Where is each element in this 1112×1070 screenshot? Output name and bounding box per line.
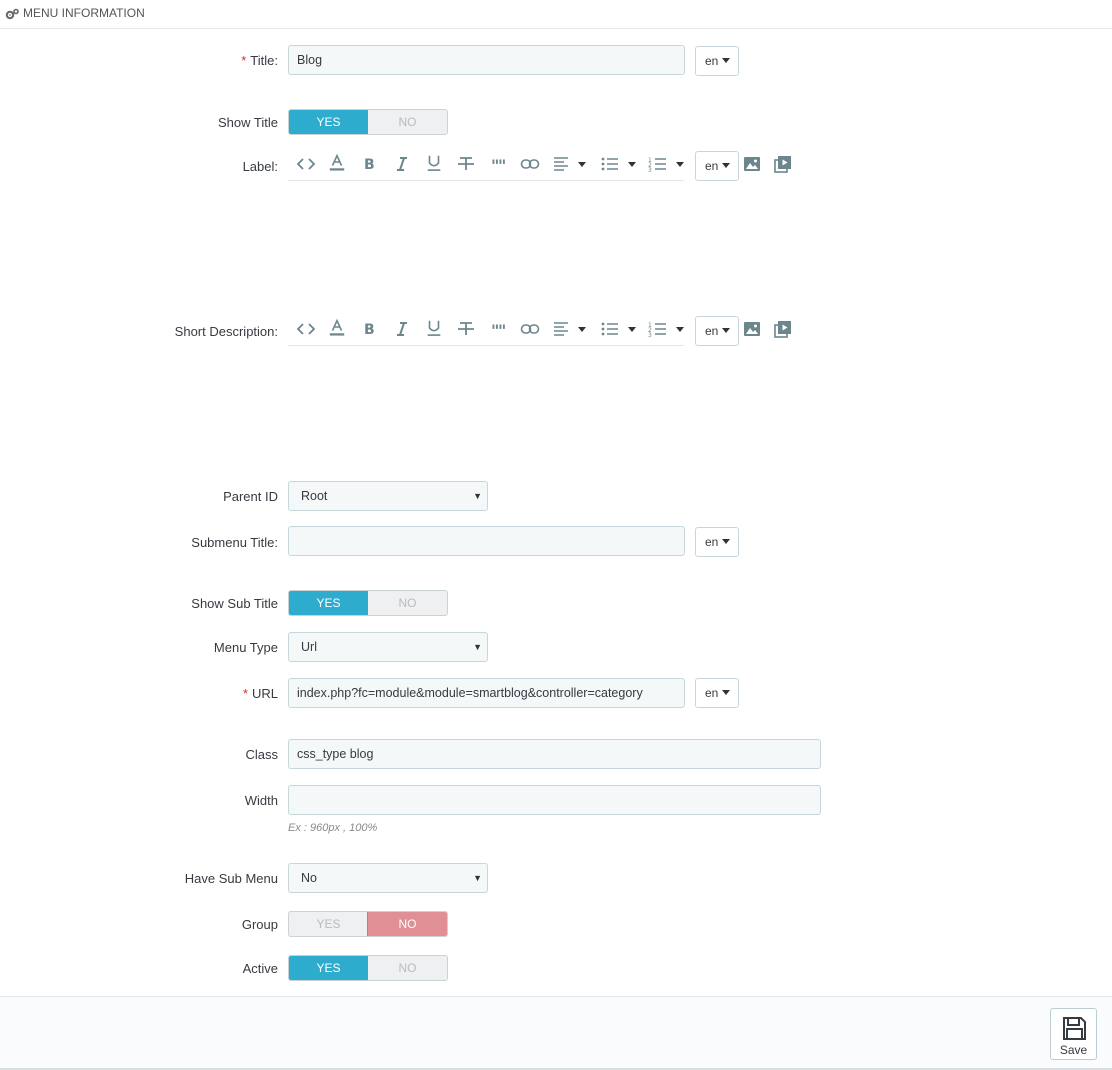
video-icon[interactable] [774, 320, 792, 338]
align-icon[interactable] [552, 155, 572, 173]
align-dropdown-caret[interactable] [577, 320, 587, 338]
unordered-list-icon[interactable] [600, 320, 620, 338]
svg-text:B: B [364, 157, 375, 173]
submenu-title-label: Submenu Title: [191, 535, 278, 550]
link-icon[interactable] [520, 155, 540, 173]
caret-down-icon: ▼ [473, 491, 482, 501]
quote-icon[interactable]: "" [488, 320, 508, 338]
show-sub-title-yes[interactable]: YES [289, 591, 368, 615]
class-label: Class [245, 747, 278, 762]
show-sub-title-no[interactable]: NO [368, 591, 447, 615]
font-color-icon[interactable] [327, 153, 347, 171]
code-view-icon[interactable] [296, 320, 316, 338]
svg-text:": " [498, 156, 506, 173]
panel-footer: Save [0, 996, 1112, 1070]
panel-title: MENU INFORMATION [23, 6, 145, 20]
active-yes[interactable]: YES [289, 956, 368, 980]
short-description-editor-toolbar: B " " 123 [288, 315, 684, 346]
title-label: * Title: [241, 53, 278, 68]
show-sub-title-switch[interactable]: YES NO [288, 590, 448, 616]
svg-text:3: 3 [648, 332, 652, 338]
bold-icon[interactable]: B [360, 155, 380, 173]
panel-heading: MENU INFORMATION [0, 0, 1112, 29]
short-description-label: Short Description: [174, 324, 278, 339]
show-title-yes[interactable]: YES [289, 110, 368, 134]
width-hint: Ex : 960px , 100% [288, 822, 378, 834]
svg-text:": " [498, 321, 506, 338]
caret-down-icon [722, 163, 731, 168]
show-title-label: Show Title [218, 115, 278, 130]
quote-icon[interactable]: "" [488, 155, 508, 173]
unordered-list-caret[interactable] [627, 320, 637, 338]
video-icon[interactable] [774, 155, 792, 173]
code-view-icon[interactable] [296, 155, 316, 173]
required-mark: * [242, 686, 248, 701]
caret-down-icon [722, 690, 731, 695]
ordered-list-icon[interactable]: 123 [648, 320, 668, 338]
active-label: Active [242, 961, 278, 976]
group-yes[interactable]: YES [289, 912, 368, 936]
menu-type-label: Menu Type [213, 640, 278, 655]
parent-id-label: Parent ID [223, 489, 278, 504]
menu-type-select[interactable]: Url ▼ [288, 632, 488, 662]
italic-icon[interactable] [392, 320, 412, 338]
caret-down-icon [722, 539, 731, 544]
ordered-list-caret[interactable] [675, 155, 685, 173]
caret-down-icon [722, 328, 731, 333]
url-input[interactable]: index.php?fc=module&module=smartblog&con… [288, 678, 685, 708]
width-input[interactable] [288, 785, 821, 815]
font-color-icon[interactable] [327, 318, 347, 336]
ordered-list-icon[interactable]: 123 [648, 155, 668, 173]
submenu-title-input[interactable] [288, 526, 685, 556]
width-label: Width [244, 793, 278, 808]
have-sub-menu-select[interactable]: No ▼ [288, 863, 488, 893]
caret-down-icon: ▼ [473, 873, 482, 883]
italic-icon[interactable] [392, 155, 412, 173]
have-sub-menu-label: Have Sub Menu [184, 871, 278, 886]
strikethrough-icon[interactable] [456, 320, 476, 338]
underline-icon[interactable] [424, 319, 444, 337]
save-label: Save [1059, 1043, 1088, 1057]
short-description-lang-dropdown[interactable]: en [695, 316, 739, 346]
cogs-icon [5, 8, 19, 20]
url-label: * URL [242, 686, 278, 701]
label-lang-dropdown[interactable]: en [695, 151, 739, 181]
caret-down-icon [722, 58, 731, 63]
save-icon [1063, 1017, 1086, 1040]
svg-text:B: B [364, 322, 375, 338]
image-icon[interactable] [743, 320, 761, 338]
caret-down-icon: ▼ [473, 642, 482, 652]
label-label: Label: [242, 159, 278, 174]
parent-id-select[interactable]: Root ▼ [288, 481, 488, 511]
group-no[interactable]: NO [367, 912, 447, 936]
align-dropdown-caret[interactable] [577, 155, 587, 173]
bold-icon[interactable]: B [360, 320, 380, 338]
align-icon[interactable] [552, 320, 572, 338]
image-icon[interactable] [743, 155, 761, 173]
show-sub-title-label: Show Sub Title [191, 596, 278, 611]
submenu-title-lang-dropdown[interactable]: en [695, 527, 739, 557]
save-button[interactable]: Save [1050, 1008, 1097, 1060]
title-input[interactable]: Blog [288, 45, 685, 75]
group-label: Group [241, 917, 278, 932]
active-no[interactable]: NO [368, 956, 447, 980]
label-editor-toolbar: B " " 123 [288, 150, 684, 181]
group-switch[interactable]: YES NO [288, 911, 448, 937]
active-switch[interactable]: YES NO [288, 955, 448, 981]
ordered-list-caret[interactable] [675, 320, 685, 338]
class-input[interactable]: css_type blog [288, 739, 821, 769]
strikethrough-icon[interactable] [456, 155, 476, 173]
url-lang-dropdown[interactable]: en [695, 678, 739, 708]
unordered-list-icon[interactable] [600, 155, 620, 173]
unordered-list-caret[interactable] [627, 155, 637, 173]
show-title-switch[interactable]: YES NO [288, 109, 448, 135]
link-icon[interactable] [520, 320, 540, 338]
svg-text:3: 3 [648, 167, 652, 173]
title-lang-dropdown[interactable]: en [695, 46, 739, 76]
required-mark: * [241, 53, 247, 68]
underline-icon[interactable] [424, 154, 444, 172]
show-title-no[interactable]: NO [368, 110, 447, 134]
